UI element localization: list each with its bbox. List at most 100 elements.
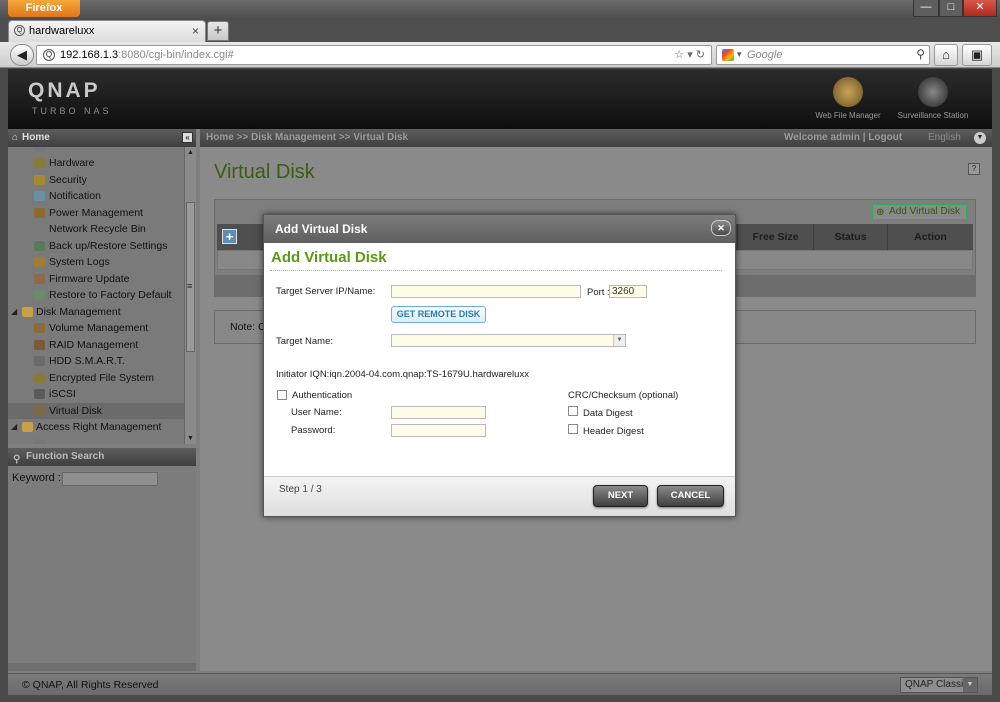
- addons-icon[interactable]: ▣: [962, 44, 992, 66]
- expand-triangle-icon[interactable]: ◢: [11, 419, 17, 435]
- cancel-button[interactable]: CANCEL: [657, 485, 724, 507]
- sidebar-item-label: Disk Management: [36, 306, 121, 318]
- help-icon[interactable]: ?: [968, 163, 980, 175]
- tab-close-icon[interactable]: ×: [192, 24, 199, 38]
- authentication-checkbox[interactable]: [277, 390, 287, 400]
- sidebar-item-volume[interactable]: Volume Management: [8, 320, 184, 336]
- sidebar-item-label: Hardware: [49, 157, 95, 169]
- sidebar-item-iscsi[interactable]: iSCSI: [8, 386, 184, 402]
- sidebar-item-hardware[interactable]: Hardware: [8, 155, 184, 171]
- theme-value: QNAP Classic: [905, 679, 969, 690]
- sidebar-item-disk-management[interactable]: ◢ Disk Management: [8, 304, 184, 320]
- recycle-bin-icon: [34, 224, 45, 234]
- chevron-down-icon[interactable]: ▼: [963, 678, 977, 692]
- close-icon[interactable]: ✕: [711, 220, 731, 236]
- welcome-logout[interactable]: Welcome admin | Logout: [784, 129, 902, 147]
- language-selector[interactable]: English: [928, 129, 961, 147]
- sidebar-item-smart[interactable]: HDD S.M.A.R.T.: [8, 353, 184, 369]
- target-server-input[interactable]: [391, 285, 581, 298]
- add-virtual-disk-dialog: Add Virtual Disk ✕ Add Virtual Disk Targ…: [263, 214, 736, 517]
- search-bar[interactable]: ▾ Google ⚲: [716, 45, 930, 65]
- maximize-button[interactable]: □: [939, 0, 963, 17]
- browser-tab[interactable]: Q hardwareluxx ×: [8, 20, 206, 42]
- scroll-up-icon[interactable]: ▲: [187, 149, 194, 156]
- search-icon[interactable]: ⚲: [916, 47, 925, 61]
- web-file-manager-button[interactable]: Web File Manager: [808, 77, 888, 120]
- sidebar-item-encrypted[interactable]: Encrypted File System: [8, 370, 184, 386]
- column-free-size: Free Size: [737, 224, 813, 250]
- tab-favicon-icon: Q: [14, 25, 25, 36]
- sidebar-item-label: Notification: [49, 190, 101, 202]
- sidebar-item-security[interactable]: Security: [8, 172, 184, 188]
- sidebar-scrollbar[interactable]: ▲ ≡ ▼: [184, 147, 196, 444]
- sidebar-tree: Hardware Security Notification Power Man…: [8, 147, 196, 444]
- new-tab-button[interactable]: +: [207, 21, 229, 41]
- sidebar-item-power[interactable]: Power Management: [8, 205, 184, 221]
- sidebar-item-virtual-disk[interactable]: Virtual Disk: [8, 403, 184, 419]
- sidebar-item-label: RAID Management: [49, 339, 139, 351]
- sidebar-item-recycle-bin[interactable]: Network Recycle Bin: [8, 221, 184, 237]
- sidebar-item-label: System Logs: [49, 256, 110, 268]
- surveillance-station-button[interactable]: Surveillance Station: [893, 77, 973, 120]
- minimize-button[interactable]: —: [913, 0, 939, 17]
- target-server-label: Target Server IP/Name:: [276, 286, 376, 297]
- firmware-icon: [34, 274, 45, 284]
- close-window-button[interactable]: ✕: [963, 0, 997, 17]
- virtual-disk-icon: [34, 406, 45, 416]
- add-virtual-disk-button[interactable]: ⊕ Add Virtual Disk: [872, 204, 967, 220]
- user-name-label: User Name:: [291, 407, 342, 418]
- breadcrumb[interactable]: Home >> Disk Management >> Virtual Disk: [206, 129, 408, 147]
- chevron-down-icon[interactable]: ▾: [737, 49, 742, 60]
- site-favicon-icon: Q: [43, 49, 55, 61]
- sidebar-item-backup[interactable]: Back up/Restore Settings: [8, 238, 184, 254]
- home-icon[interactable]: ⌂: [934, 44, 958, 66]
- firefox-menu-button[interactable]: Firefox: [8, 0, 80, 17]
- page-title: Virtual Disk: [214, 161, 315, 183]
- sidebar-item-system-logs[interactable]: System Logs: [8, 254, 184, 270]
- password-input[interactable]: [391, 424, 486, 437]
- dialog-footer: Step 1 / 3 NEXT CANCEL: [264, 476, 735, 516]
- sidebar-item-partial: [8, 436, 184, 444]
- port-input[interactable]: 3260: [609, 285, 647, 298]
- expand-triangle-icon[interactable]: ◢: [11, 304, 17, 320]
- scroll-down-icon[interactable]: ▼: [187, 435, 194, 442]
- sidebar-item-restore[interactable]: Restore to Factory Default: [8, 287, 184, 303]
- collapse-icon[interactable]: «: [182, 132, 193, 143]
- get-remote-disk-button[interactable]: GET REMOTE DISK: [391, 306, 486, 323]
- header-digest-label: Header Digest: [583, 426, 644, 437]
- target-name-select[interactable]: ▼: [391, 334, 626, 347]
- note-text: Note: C: [230, 321, 266, 333]
- authentication-label: Authentication: [292, 390, 353, 401]
- url-text: 192.168.1.3:8080/cgi-bin/index.cgi#: [60, 49, 234, 61]
- sidebar-item-partial: [8, 147, 184, 155]
- next-button[interactable]: NEXT: [593, 485, 648, 507]
- back-arrow-icon[interactable]: ◀: [10, 44, 34, 66]
- hdd-icon: [34, 356, 45, 366]
- sidebar-title[interactable]: Home: [22, 132, 50, 143]
- keyword-input[interactable]: [62, 472, 158, 486]
- sidebar-item-firmware[interactable]: Firmware Update: [8, 271, 184, 287]
- data-digest-checkbox[interactable]: [568, 406, 578, 416]
- url-bar[interactable]: Q 192.168.1.3:8080/cgi-bin/index.cgi# ☆ …: [36, 45, 712, 65]
- column-action: Action: [887, 224, 973, 250]
- sidebar-item-label: Security: [49, 174, 87, 186]
- user-name-input[interactable]: [391, 406, 486, 419]
- partial-icon: [34, 439, 45, 444]
- expand-plus-icon[interactable]: +: [222, 229, 237, 244]
- sidebar-item-raid[interactable]: RAID Management: [8, 337, 184, 353]
- grip-icon: ≡: [187, 281, 193, 291]
- theme-select[interactable]: QNAP Classic ▼: [900, 677, 978, 693]
- iscsi-icon: [34, 389, 45, 399]
- web-file-manager-label: Web File Manager: [815, 111, 881, 120]
- sidebar-item-access-right[interactable]: ◢ Access Right Management: [8, 419, 184, 435]
- hardware-icon: [34, 158, 45, 168]
- dialog-header-title: Add Virtual Disk: [275, 222, 368, 236]
- chevron-down-icon[interactable]: ▼: [974, 132, 986, 144]
- scroll-thumb[interactable]: [186, 202, 195, 352]
- sidebar-item-label: Encrypted File System: [49, 372, 155, 384]
- bookmark-star-icon[interactable]: ☆ ▾ ↻: [674, 48, 705, 61]
- sidebar-item-notification[interactable]: Notification: [8, 188, 184, 204]
- header-digest-checkbox[interactable]: [568, 424, 578, 434]
- main-top-bar: Home >> Disk Management >> Virtual Disk …: [200, 129, 992, 147]
- chevron-down-icon[interactable]: ▼: [613, 335, 625, 346]
